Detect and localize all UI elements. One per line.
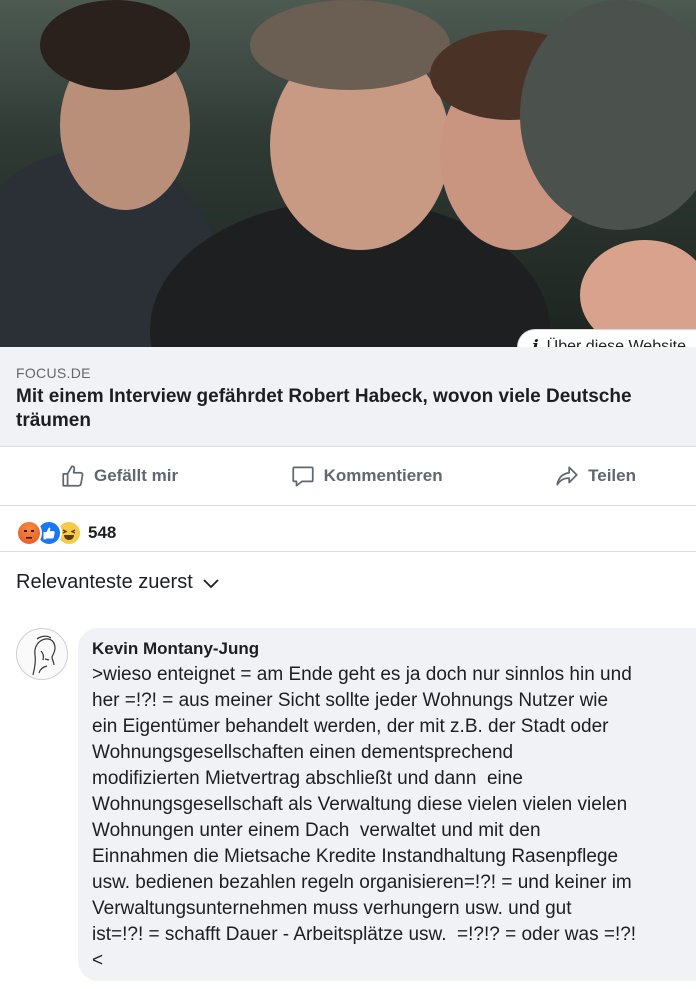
profile-sketch-icon <box>32 635 56 676</box>
link-preview[interactable]: FOCUS.DE Mit einem Interview gefährdet R… <box>0 347 696 446</box>
post-action-bar: Gefällt mir Kommentieren Teilen <box>0 446 696 506</box>
comment-sort-dropdown[interactable]: Relevanteste zuerst <box>16 571 221 594</box>
like-label: Gefällt mir <box>94 466 179 485</box>
reaction-summary[interactable]: 548 <box>16 520 116 546</box>
link-title: Mit einem Interview gefährdet Robert Hab… <box>16 386 632 431</box>
comment-author[interactable]: Kevin Montany-Jung <box>92 638 696 660</box>
comment-button[interactable]: Kommentieren <box>290 463 443 489</box>
comment-bubble[interactable]: Kevin Montany-Jung >wieso enteignet = am… <box>78 628 696 981</box>
avatar[interactable] <box>16 628 68 680</box>
sort-label: Relevanteste zuerst <box>16 571 193 593</box>
angry-icon <box>16 520 42 546</box>
comment-icon <box>291 466 314 487</box>
link-preview-image[interactable] <box>0 0 696 347</box>
share-button[interactable]: Teilen <box>554 463 636 489</box>
share-icon <box>556 466 578 486</box>
divider <box>0 551 696 552</box>
like-button[interactable]: Gefällt mir <box>60 463 178 489</box>
link-domain: FOCUS.DE <box>16 365 91 381</box>
thumbs-up-icon <box>62 465 84 487</box>
comment-label: Kommentieren <box>323 466 443 485</box>
reaction-count: 548 <box>88 523 117 542</box>
chevron-down-icon <box>203 578 219 588</box>
share-label: Teilen <box>588 466 636 485</box>
comment-text: >wieso enteignet = am Ende geht es ja do… <box>92 664 637 971</box>
